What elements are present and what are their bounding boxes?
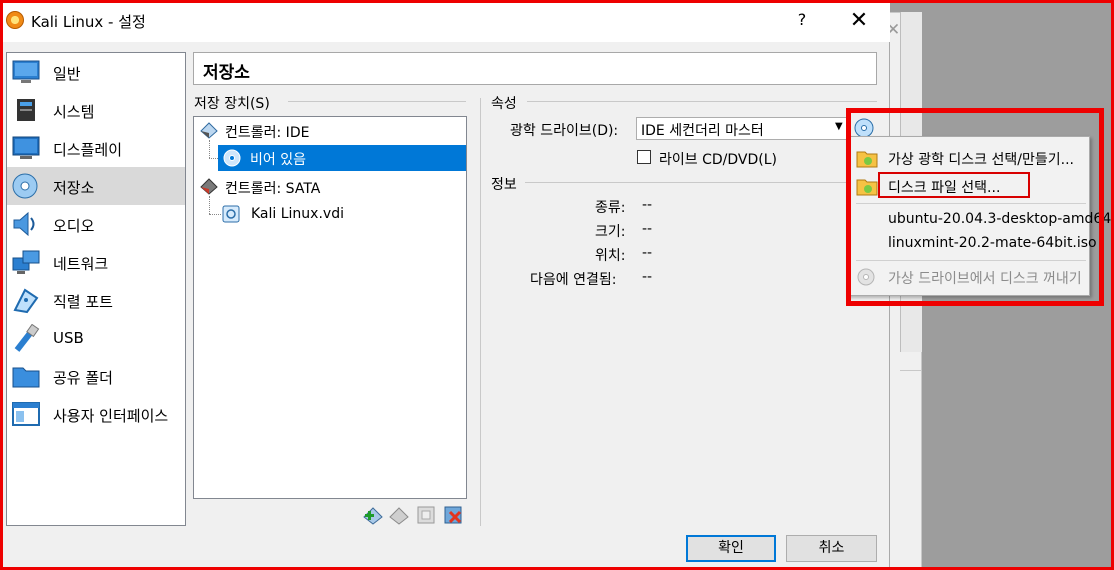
page-title-box	[193, 52, 877, 85]
info-size-value: --	[642, 221, 653, 237]
ok-button[interactable]: 확인	[686, 535, 776, 562]
hard-disk-icon	[222, 205, 240, 223]
ide-controller-icon	[200, 122, 218, 139]
window-title: Kali Linux - 설정	[31, 13, 146, 31]
usb-icon	[14, 324, 40, 352]
info-location-label: 위치:	[595, 248, 626, 264]
sidebar-item-network[interactable]: 네트워크	[7, 243, 185, 281]
optical-drive-value: IDE 세컨더리 마스터	[641, 123, 764, 139]
attributes-header-line	[527, 101, 877, 102]
sidebar-item-label: 시스템	[53, 103, 95, 121]
storage-header-line	[288, 101, 466, 102]
sidebar-item-label: 네트워크	[53, 255, 109, 273]
sidebar-item-system[interactable]: 시스템	[7, 91, 185, 129]
user-interface-icon	[12, 402, 40, 426]
optical-disc-icon	[223, 149, 241, 167]
tree-item-controller-sata[interactable]: 컨트롤러: SATA	[225, 178, 320, 204]
sidebar-item-label: 사용자 인터페이스	[53, 407, 169, 425]
close-button[interactable]: ✕	[842, 5, 876, 37]
live-cd-checkbox[interactable]	[637, 150, 651, 164]
tree-line	[209, 196, 210, 214]
live-cd-label: 라이브 CD/DVD(L)	[659, 152, 777, 168]
sidebar-item-audio[interactable]: 오디오	[7, 205, 185, 243]
sidebar-item-display[interactable]: 디스플레이	[7, 129, 185, 167]
add-controller-icon[interactable]	[362, 505, 384, 525]
info-attached-value: --	[642, 269, 653, 285]
tree-item-label: 비어 있음	[250, 152, 306, 168]
remove-attachment-icon[interactable]	[442, 505, 464, 525]
sidebar-item-label: 공유 폴더	[53, 369, 113, 387]
page-title: 저장소	[203, 63, 250, 83]
background-window-divider	[900, 370, 922, 371]
optical-drive-select[interactable]: IDE 세컨더리 마스터 ▼	[636, 117, 848, 140]
sidebar-item-label: 직렬 포트	[53, 293, 113, 311]
storage-icon	[12, 173, 38, 199]
tree-line	[209, 214, 221, 215]
panel-divider	[480, 98, 481, 526]
info-type-value: --	[642, 197, 653, 213]
sidebar-item-label: USB	[53, 329, 84, 347]
help-button[interactable]: ?	[790, 10, 814, 34]
remove-controller-icon[interactable]	[388, 505, 410, 525]
info-size-label: 크기:	[595, 224, 626, 240]
serial-port-icon	[13, 288, 39, 314]
tree-item-vdi[interactable]: Kali Linux.vdi	[251, 206, 344, 232]
network-icon	[12, 250, 40, 274]
virtualbox-app-icon	[6, 11, 24, 29]
info-location-value: --	[642, 245, 653, 261]
info-attached-label: 다음에 연결됨:	[530, 272, 617, 288]
sidebar-item-label: 저장소	[53, 179, 95, 197]
attributes-header: 속성	[491, 96, 517, 112]
sidebar-item-label: 일반	[53, 65, 81, 83]
storage-tree[interactable]	[193, 116, 467, 499]
shared-folder-icon	[12, 367, 40, 388]
sidebar-item-storage[interactable]: 저장소	[7, 167, 185, 205]
sidebar-item-label: 오디오	[53, 217, 95, 235]
system-icon	[17, 99, 35, 121]
storage-devices-header: 저장 장치(S)	[194, 96, 270, 112]
tree-line	[209, 140, 210, 158]
sidebar-item-shared-folder[interactable]: 공유 폴더	[7, 357, 185, 395]
sata-controller-icon	[200, 178, 218, 195]
info-type-label: 종류:	[595, 200, 626, 216]
add-attachment-icon[interactable]	[415, 505, 437, 525]
sidebar-item-serial-port[interactable]: 직렬 포트	[7, 281, 185, 319]
tree-item-empty-disc[interactable]: 비어 있음	[218, 145, 466, 171]
sidebar-item-general[interactable]: 일반	[7, 53, 185, 91]
cancel-button[interactable]: 취소	[786, 535, 877, 562]
general-icon	[12, 60, 40, 83]
sidebar-item-user-interface[interactable]: 사용자 인터페이스	[7, 395, 185, 433]
audio-icon	[13, 211, 35, 237]
chevron-down-icon: ▼	[835, 121, 843, 132]
display-icon	[12, 136, 40, 159]
tree-line	[209, 158, 218, 159]
info-header-line	[525, 182, 855, 183]
optical-drive-label: 광학 드라이브(D):	[510, 123, 619, 139]
sidebar-item-label: 디스플레이	[53, 141, 123, 159]
info-header: 정보	[491, 177, 517, 193]
sidebar-item-usb[interactable]: USB	[7, 319, 185, 357]
highlight-frame-popup	[846, 108, 1104, 306]
settings-sidebar: 일반 시스템 디스플레이 저장소 오디오 네트워크 직렬 포트 USB 공유 폴…	[6, 52, 186, 526]
